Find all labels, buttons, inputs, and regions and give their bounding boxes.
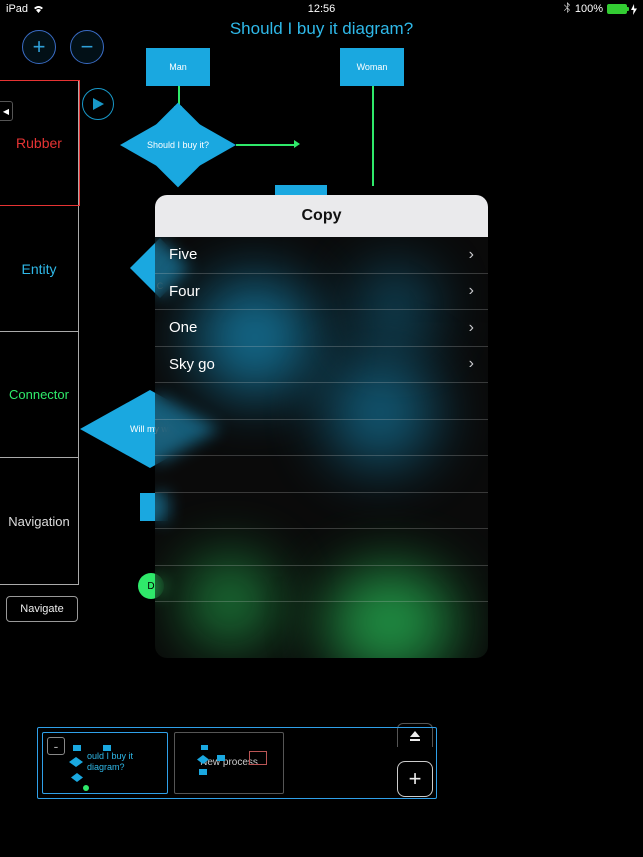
modal-row-empty bbox=[155, 456, 488, 493]
navigate-button[interactable]: Navigate bbox=[6, 596, 78, 622]
sidebar-item-navigation[interactable]: Navigation bbox=[0, 458, 78, 584]
modal-row-empty bbox=[155, 383, 488, 420]
bluetooth-icon bbox=[563, 2, 571, 17]
modal-title: Copy bbox=[155, 195, 488, 237]
connector bbox=[372, 86, 374, 186]
arrow-head-icon bbox=[294, 140, 300, 148]
thumbnail-label: ould I buy it diagram? bbox=[81, 751, 165, 773]
modal-row-skygo[interactable]: Sky go › bbox=[155, 347, 488, 384]
modal-row-empty bbox=[155, 602, 488, 639]
connector bbox=[236, 144, 296, 146]
charging-icon bbox=[631, 4, 637, 15]
modal-row-empty bbox=[155, 493, 488, 530]
thumbnail-new-process[interactable]: New process bbox=[174, 732, 284, 794]
copy-modal: Copy Five › Four › One › Sky go › bbox=[155, 195, 488, 658]
chevron-right-icon: › bbox=[469, 246, 474, 264]
device-label: iPad bbox=[6, 3, 28, 15]
modal-row-label: Sky go bbox=[169, 356, 215, 373]
sidebar-item-entity[interactable]: Entity bbox=[0, 206, 78, 332]
modal-row-four[interactable]: Four › bbox=[155, 274, 488, 311]
thumbnail-current[interactable]: - ould I buy it diagram? bbox=[42, 732, 168, 794]
modal-row-five[interactable]: Five › bbox=[155, 237, 488, 274]
sidebar-collapse-handle[interactable]: ◀ bbox=[0, 101, 13, 121]
thumbnail-bar: - ould I buy it diagram? New process bbox=[37, 727, 437, 799]
status-bar: iPad 12:56 100% bbox=[0, 0, 643, 18]
add-button[interactable]: + bbox=[22, 30, 56, 64]
battery-icon bbox=[607, 4, 627, 14]
chevron-right-icon: › bbox=[469, 319, 474, 337]
sidebar-item-connector[interactable]: Connector bbox=[0, 332, 78, 458]
modal-row-label: Five bbox=[169, 246, 197, 263]
wifi-icon bbox=[32, 4, 45, 14]
node-decision-buy[interactable]: Should I buy it? bbox=[120, 112, 236, 178]
modal-row-empty bbox=[155, 420, 488, 457]
node-woman[interactable]: Woman bbox=[340, 48, 404, 86]
modal-row-label: Four bbox=[169, 283, 200, 300]
chevron-right-icon: › bbox=[469, 282, 474, 300]
sidebar: ◀ Rubber Entity Connector Navigation bbox=[0, 80, 79, 585]
modal-row-empty bbox=[155, 566, 488, 603]
chevron-right-icon: › bbox=[469, 355, 474, 373]
modal-row-label: One bbox=[169, 319, 197, 336]
battery-pct: 100% bbox=[575, 3, 603, 15]
thumbnail-remove-button[interactable]: - bbox=[47, 737, 65, 755]
modal-row-one[interactable]: One › bbox=[155, 310, 488, 347]
modal-row-empty bbox=[155, 529, 488, 566]
node-man[interactable]: Man bbox=[146, 48, 210, 86]
clock: 12:56 bbox=[308, 3, 336, 15]
sidebar-item-rubber[interactable]: Rubber bbox=[0, 80, 80, 206]
